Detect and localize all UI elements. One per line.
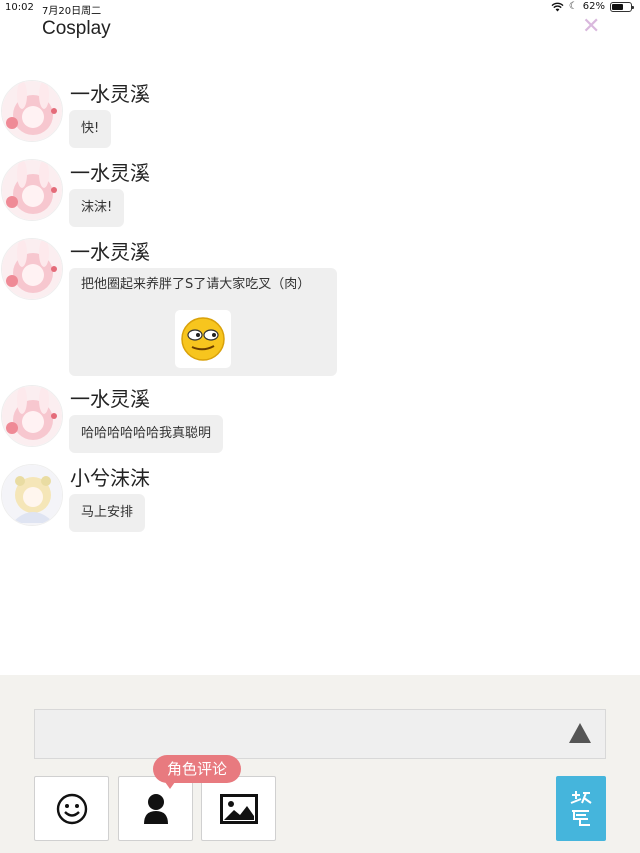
battery-icon bbox=[610, 1, 634, 12]
sender-name: 小兮沫沫 bbox=[70, 466, 150, 490]
send-glyph-icon bbox=[570, 790, 592, 826]
avatar[interactable] bbox=[1, 159, 63, 221]
message-text: 哈哈哈哈哈哈我真聪明 bbox=[81, 426, 212, 441]
image-button[interactable] bbox=[201, 776, 276, 841]
avatar[interactable] bbox=[1, 238, 63, 300]
role-comment-button[interactable] bbox=[118, 776, 193, 841]
message-bubble[interactable]: 马上安排 bbox=[69, 494, 146, 532]
blonde-anime-girl-avatar bbox=[2, 465, 62, 525]
status-indicators: ☾ 62% bbox=[551, 1, 634, 12]
pink-anime-girl-avatar bbox=[2, 239, 62, 299]
message-bubble[interactable]: 沫沫! bbox=[69, 189, 125, 227]
moon-icon: ☾ bbox=[568, 1, 578, 12]
emoji-attachment[interactable] bbox=[175, 310, 231, 368]
battery-fill bbox=[612, 3, 624, 10]
pink-anime-girl-avatar bbox=[2, 386, 62, 446]
sender-name: 一水灵溪 bbox=[70, 82, 150, 106]
image-icon bbox=[219, 793, 258, 824]
send-button[interactable] bbox=[556, 776, 606, 841]
smile-icon bbox=[56, 793, 87, 824]
person-icon bbox=[143, 793, 168, 824]
smirk-emoji-icon bbox=[181, 317, 225, 361]
expand-triangle-icon[interactable] bbox=[568, 721, 592, 745]
sender-name: 一水灵溪 bbox=[70, 161, 150, 185]
message-text: 把他圈起来养胖了S了请大家吃叉（肉） bbox=[81, 277, 311, 292]
message-text: 马上安排 bbox=[81, 505, 134, 520]
close-icon[interactable]: ✕ bbox=[582, 16, 600, 38]
pink-anime-girl-avatar bbox=[2, 160, 62, 220]
message-input[interactable] bbox=[34, 709, 606, 759]
status-date: 7月20日周二 bbox=[42, 6, 102, 17]
status-bar: 10:02 7月20日周二 ☾ 62% bbox=[0, 0, 640, 17]
sender-name: 一水灵溪 bbox=[70, 387, 150, 411]
avatar[interactable] bbox=[1, 80, 63, 142]
avatar[interactable] bbox=[1, 385, 63, 447]
emoji-button[interactable] bbox=[34, 776, 109, 841]
avatar[interactable] bbox=[1, 464, 63, 526]
status-time: 10:02 bbox=[5, 2, 34, 13]
pink-anime-girl-avatar bbox=[2, 81, 62, 141]
role-comment-tooltip: 角色评论 bbox=[153, 755, 242, 789]
message-text: 快! bbox=[81, 121, 100, 136]
wifi-icon bbox=[551, 2, 564, 11]
page-title: Cosplay bbox=[42, 18, 111, 39]
message-bubble[interactable]: 哈哈哈哈哈哈我真聪明 bbox=[69, 415, 224, 453]
message-bubble[interactable]: 快! bbox=[69, 110, 112, 148]
message-text: 沫沫! bbox=[81, 200, 113, 215]
message-bubble[interactable]: 把他圈起来养胖了S了请大家吃叉（肉） bbox=[69, 268, 337, 376]
sender-name: 一水灵溪 bbox=[70, 240, 150, 264]
battery-percentage: 62% bbox=[582, 1, 605, 12]
composer-panel: 角色评论 bbox=[0, 675, 640, 853]
